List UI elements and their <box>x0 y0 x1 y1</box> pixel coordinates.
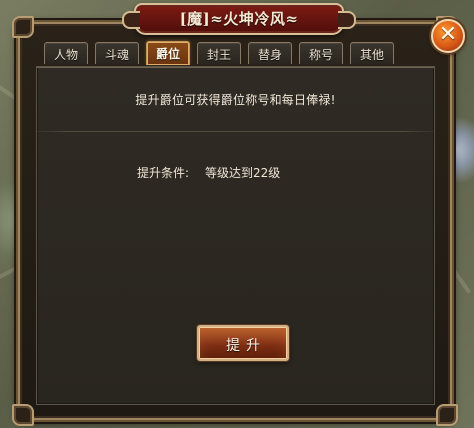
tab-other[interactable]: 其他 <box>350 42 394 64</box>
close-icon: ✕ <box>438 22 458 47</box>
tab-substitute[interactable]: 替身 <box>248 42 292 64</box>
tab-label: 爵位 <box>155 47 180 61</box>
tab-title[interactable]: 称号 <box>299 42 343 64</box>
tab-rank[interactable]: 爵位 <box>146 41 190 65</box>
tab-soul[interactable]: 斗魂 <box>95 42 139 64</box>
tab-label: 人物 <box>53 48 78 62</box>
tab-label: 斗魂 <box>104 48 129 62</box>
window-title-bar: [魔]≈火坤冷风≈ <box>122 3 356 35</box>
promote-button[interactable]: 提升 <box>197 325 289 361</box>
requirement-label: 提升条件: <box>137 166 190 180</box>
tab-character[interactable]: 人物 <box>44 42 88 64</box>
tab-label: 替身 <box>257 48 282 62</box>
rank-content-panel: 提升爵位可获得爵位称号和每日俸禄! 提升条件: 等级达到22级 提升 <box>36 66 435 405</box>
tab-label: 封王 <box>206 48 231 62</box>
promotion-requirement: 提升条件: 等级达到22级 <box>137 164 357 182</box>
promote-button-label: 提升 <box>226 338 266 354</box>
tab-label: 其他 <box>359 48 384 62</box>
tab-label: 称号 <box>308 48 333 62</box>
section-divider <box>37 131 434 132</box>
frame-corner <box>12 404 34 426</box>
rank-intro-text: 提升爵位可获得爵位称号和每日俸禄! <box>135 93 336 107</box>
tab-bar: 人物 斗魂 爵位 封王 替身 称号 其他 <box>44 41 400 66</box>
frame-corner <box>12 16 34 38</box>
close-button[interactable]: ✕ <box>431 19 465 53</box>
window-title: [魔]≈火坤冷风≈ <box>179 10 299 28</box>
tab-king[interactable]: 封王 <box>197 42 241 64</box>
panel-top-border <box>37 67 434 68</box>
requirement-value: 等级达到22级 <box>205 166 281 180</box>
frame-corner <box>436 404 458 426</box>
game-scene: [魔]≈火坤冷风≈ ✕ 人物 斗魂 爵位 封王 替身 称号 其他 提升爵位可获得… <box>0 0 474 428</box>
